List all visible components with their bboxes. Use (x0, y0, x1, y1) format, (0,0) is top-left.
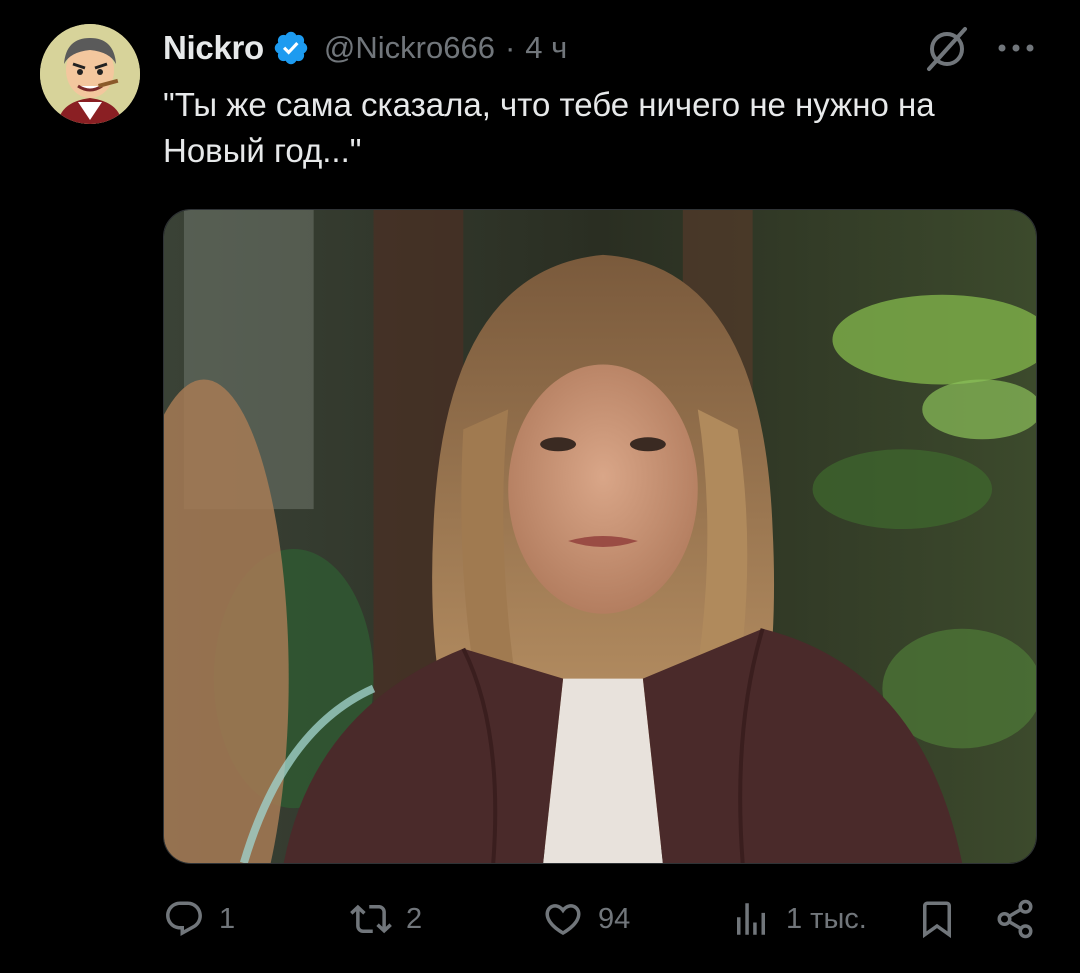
reply-count: 1 (219, 902, 236, 935)
repost-count: 2 (406, 902, 423, 935)
tweet-photo[interactable] (163, 209, 1037, 864)
verified-badge-icon[interactable] (272, 29, 310, 67)
like-count: 94 (598, 902, 631, 935)
retweet-icon (350, 904, 392, 934)
views-button[interactable]: 1 тыс. (730, 893, 867, 945)
share-icon (997, 899, 1033, 939)
views-icon (737, 903, 765, 935)
reply-button[interactable]: 1 (163, 893, 235, 945)
display-name[interactable]: Nickro (163, 29, 264, 67)
avatar[interactable] (40, 24, 140, 124)
grok-icon[interactable] (924, 26, 970, 72)
more-icon[interactable] (996, 38, 1036, 58)
share-button[interactable] (994, 893, 1036, 945)
bookmark-icon (923, 901, 951, 939)
timestamp[interactable]: 4 ч (525, 30, 567, 66)
like-button[interactable]: 94 (542, 893, 630, 945)
tweet-header: Nickro @Nickro666 · 4 ч (163, 26, 567, 70)
separator-dot: · (504, 30, 516, 65)
reply-icon (166, 901, 202, 936)
tweet-text: "Ты же сама сказала, что тебе ничего не … (163, 86, 944, 169)
like-icon (545, 904, 581, 936)
handle[interactable]: @Nickro666 (324, 30, 495, 66)
repost-button[interactable]: 2 (350, 893, 422, 945)
views-count: 1 тыс. (786, 902, 867, 935)
bookmark-button[interactable] (916, 893, 958, 945)
